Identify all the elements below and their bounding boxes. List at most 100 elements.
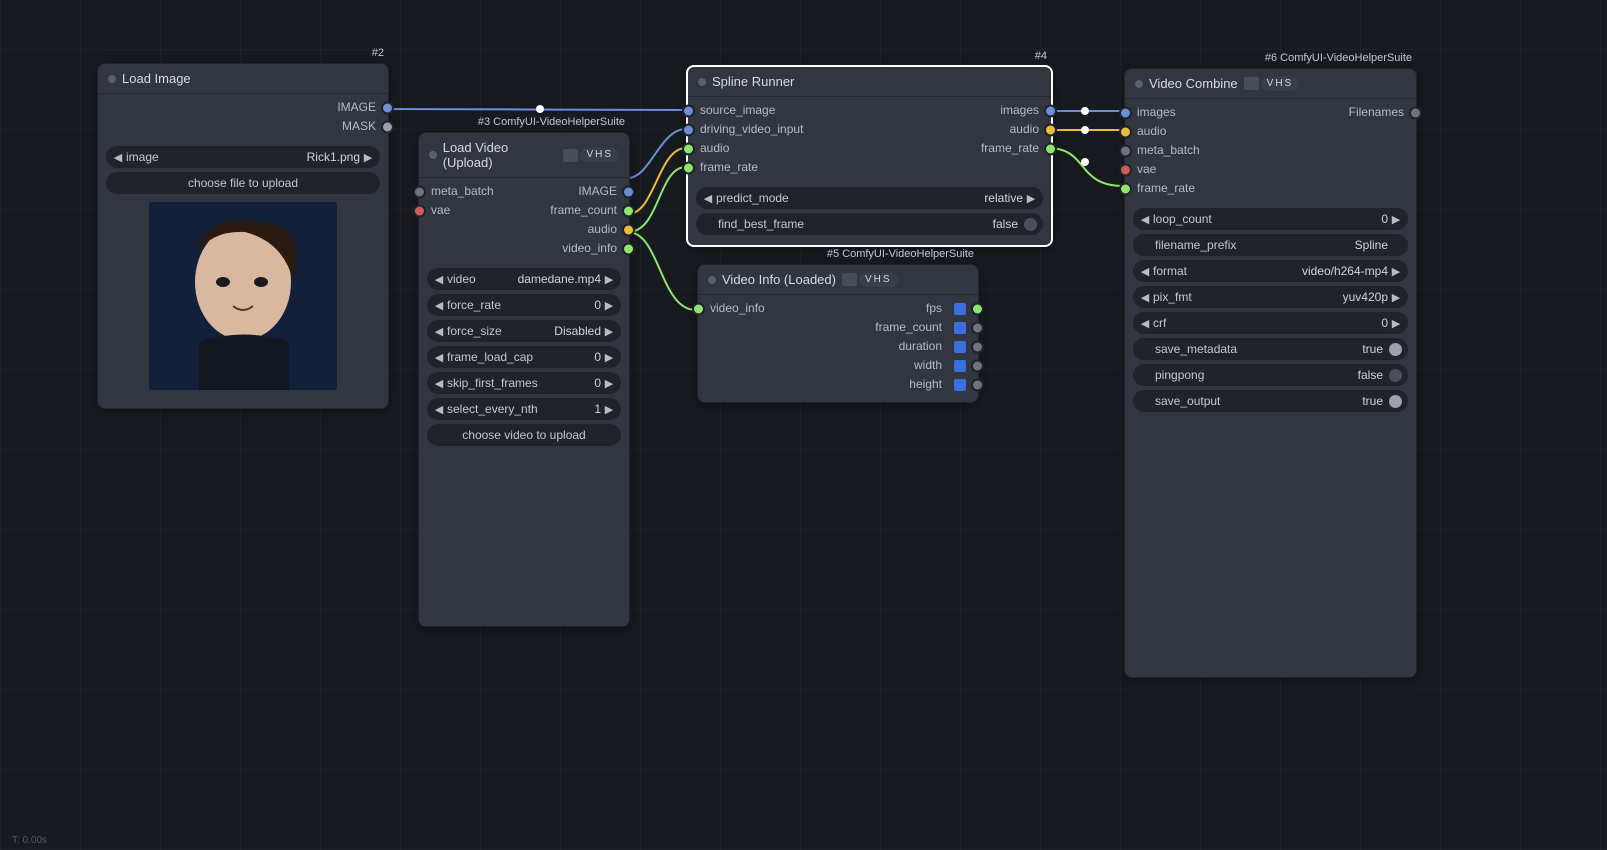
color-badge-icon <box>954 341 966 353</box>
widget-pix-fmt[interactable]: ◀pix_fmtyuv420p▶ <box>1133 286 1408 308</box>
port-meta-batch-in[interactable] <box>1119 144 1132 157</box>
node-video-info[interactable]: #5 ComfyUI-VideoHelperSuite Video Info (… <box>697 264 979 403</box>
output-video-info-label: video_info <box>562 242 629 255</box>
node-header[interactable]: Load Video (Upload) VHS <box>419 133 629 178</box>
port-fps-out[interactable] <box>971 302 984 315</box>
input-images-label: images <box>1125 106 1176 119</box>
output-frame-count-label: frame_count <box>550 204 629 217</box>
output-frame-count-label: frame_count <box>875 321 942 334</box>
node-title: Video Combine <box>1149 76 1238 91</box>
widget-skip-first-frames[interactable]: ◀skip_first_frames0▶ <box>427 372 621 394</box>
widget-force-rate[interactable]: ◀force_rate0▶ <box>427 294 621 316</box>
collapse-dot-icon[interactable] <box>708 276 716 284</box>
port-frame-rate-in[interactable] <box>682 161 695 174</box>
widget-save-metadata[interactable]: save_metadatatrue <box>1133 338 1408 360</box>
color-badge-icon <box>954 322 966 334</box>
output-width-label: width <box>914 359 942 372</box>
port-vae-in[interactable] <box>413 204 426 217</box>
widget-find-best-frame[interactable]: find_best_framefalse <box>696 213 1043 235</box>
choose-file-button[interactable]: choose file to upload <box>106 172 380 194</box>
output-duration-label: duration <box>899 340 942 353</box>
port-audio-out[interactable] <box>622 223 635 236</box>
port-frame-count-out[interactable] <box>971 321 984 334</box>
node-header[interactable]: Video Combine VHS <box>1125 69 1416 99</box>
node-title: Load Image <box>122 71 191 86</box>
node-tag: #4 <box>1035 49 1047 63</box>
input-video-info-label: video_info <box>698 302 765 315</box>
output-mask-label: MASK <box>342 120 376 133</box>
port-images-out[interactable] <box>1044 104 1057 117</box>
port-audio-in[interactable] <box>682 142 695 155</box>
node-load-video[interactable]: #3 ComfyUI-VideoHelperSuite Load Video (… <box>418 132 630 627</box>
image-preview[interactable] <box>149 202 337 390</box>
widget-filename-prefix[interactable]: filename_prefixSpline <box>1133 234 1408 256</box>
output-frame-rate-label: frame_rate <box>981 142 1051 155</box>
input-frame-rate-label: frame_rate <box>688 161 758 174</box>
port-video-info-out[interactable] <box>622 242 635 255</box>
node-video-combine[interactable]: #6 ComfyUI-VideoHelperSuite Video Combin… <box>1124 68 1417 678</box>
widget-predict-mode[interactable]: ◀predict_moderelative▶ <box>696 187 1043 209</box>
widget-loop-count[interactable]: ◀loop_count0▶ <box>1133 208 1408 230</box>
output-image-label: IMAGE <box>337 101 376 114</box>
node-header[interactable]: Load Image <box>98 64 388 94</box>
choose-video-button[interactable]: choose video to upload <box>427 424 621 446</box>
node-load-image[interactable]: #2 Load Image IMAGE MASK ◀ image Rick1.p… <box>97 63 389 409</box>
toggle-icon[interactable] <box>1024 218 1037 231</box>
port-width-out[interactable] <box>971 359 984 372</box>
port-vae-in[interactable] <box>1119 163 1132 176</box>
collapse-dot-icon[interactable] <box>108 75 116 83</box>
output-filenames-label: Filenames <box>1349 106 1416 119</box>
widget-format[interactable]: ◀formatvideo/h264-mp4▶ <box>1133 260 1408 282</box>
toggle-icon[interactable] <box>1389 369 1402 382</box>
widget-video-select[interactable]: ◀videodamedane.mp4▶ <box>427 268 621 290</box>
toggle-icon[interactable] <box>1389 343 1402 356</box>
widget-save-output[interactable]: save_outputtrue <box>1133 390 1408 412</box>
port-meta-batch-in[interactable] <box>413 185 426 198</box>
input-driving-video-label: driving_video_input <box>688 123 803 136</box>
node-tag: #2 <box>372 46 384 60</box>
node-header[interactable]: Video Info (Loaded) VHS <box>698 265 978 295</box>
vhs-badge: VHS <box>580 148 619 162</box>
footer-status: T: 0.00s <box>12 835 47 846</box>
chevron-left-icon[interactable]: ◀ <box>112 151 124 164</box>
node-spline-runner[interactable]: #4 Spline Runner source_image images dri… <box>686 65 1053 247</box>
widget-force-size[interactable]: ◀force_sizeDisabled▶ <box>427 320 621 342</box>
input-meta-batch-label: meta_batch <box>419 185 494 198</box>
input-frame-rate-label: frame_rate <box>1125 182 1195 195</box>
chevron-right-icon[interactable]: ▶ <box>362 151 374 164</box>
vhs-badge: VHS <box>859 273 898 287</box>
port-frame-rate-out[interactable] <box>1044 142 1057 155</box>
port-height-out[interactable] <box>971 378 984 391</box>
port-images-in[interactable] <box>1119 106 1132 119</box>
widget-frame-load-cap[interactable]: ◀frame_load_cap0▶ <box>427 346 621 368</box>
port-filenames-out[interactable] <box>1409 106 1422 119</box>
canvas[interactable]: #2 Load Image IMAGE MASK ◀ image Rick1.p… <box>0 0 1607 850</box>
port-driving-video-in[interactable] <box>682 123 695 136</box>
color-badge-icon <box>954 379 966 391</box>
color-badge-icon <box>954 303 966 315</box>
vhs-icon <box>563 149 578 162</box>
collapse-dot-icon[interactable] <box>429 151 437 159</box>
port-audio-in[interactable] <box>1119 125 1132 138</box>
widget-select-every-nth[interactable]: ◀select_every_nth1▶ <box>427 398 621 420</box>
port-duration-out[interactable] <box>971 340 984 353</box>
widget-pingpong[interactable]: pingpongfalse <box>1133 364 1408 386</box>
vhs-icon <box>842 273 857 286</box>
port-image-out[interactable] <box>622 185 635 198</box>
port-audio-out[interactable] <box>1044 123 1057 136</box>
collapse-dot-icon[interactable] <box>698 78 706 86</box>
collapse-dot-icon[interactable] <box>1135 80 1143 88</box>
toggle-icon[interactable] <box>1389 395 1402 408</box>
port-source-image-in[interactable] <box>682 104 695 117</box>
port-image-out[interactable] <box>381 101 394 114</box>
vhs-icon <box>1244 77 1259 90</box>
port-frame-count-out[interactable] <box>622 204 635 217</box>
widget-crf[interactable]: ◀crf0▶ <box>1133 312 1408 334</box>
node-header[interactable]: Spline Runner <box>688 67 1051 97</box>
output-height-label: height <box>909 378 942 391</box>
widget-image-select[interactable]: ◀ image Rick1.png ▶ <box>106 146 380 168</box>
port-mask-out[interactable] <box>381 120 394 133</box>
port-video-info-in[interactable] <box>692 302 705 315</box>
port-frame-rate-in[interactable] <box>1119 182 1132 195</box>
input-meta-batch-label: meta_batch <box>1125 144 1200 157</box>
